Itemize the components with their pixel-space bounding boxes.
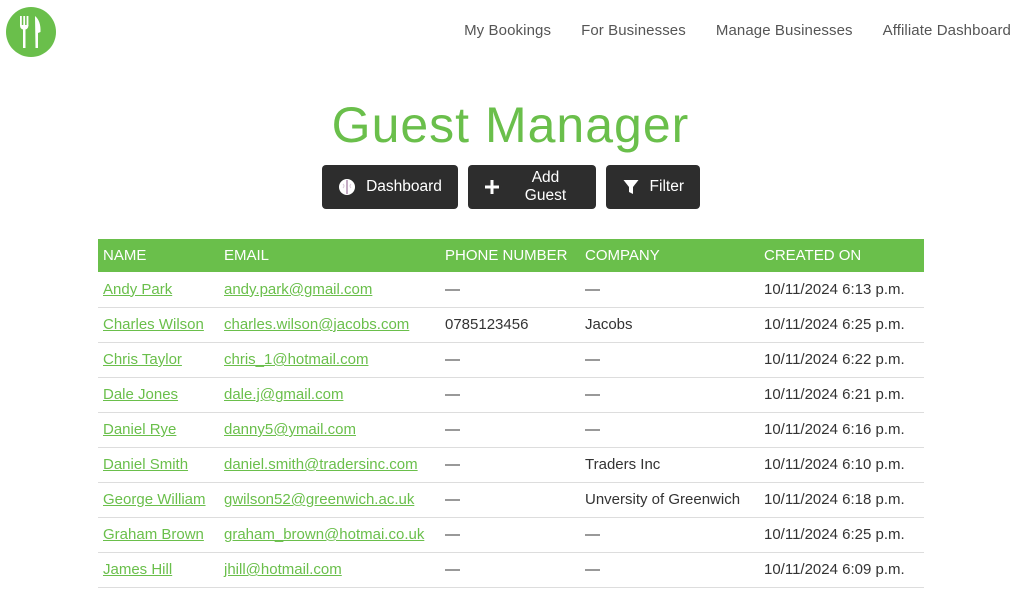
guest-created-on: 10/11/2024 6:16 p.m. (759, 412, 924, 448)
guest-name-link[interactable]: George William (103, 491, 206, 508)
dashboard-button-label: Dashboard (366, 178, 442, 195)
guest-company: — (580, 272, 759, 308)
guest-phone: 0785123456 (440, 307, 580, 343)
guest-email-link[interactable]: graham_brown@hotmai.co.uk (224, 526, 424, 543)
guest-name-link[interactable]: Andy Park (103, 281, 172, 298)
table-row: Andy Park andy.park@gmail.com — — 10/11/… (98, 272, 924, 308)
table-row: Daniel Rye danny5@ymail.com — — 10/11/20… (98, 412, 924, 448)
guest-created-on: 10/11/2024 6:22 p.m. (759, 342, 924, 378)
table-row: George William gwilson52@greenwich.ac.uk… (98, 482, 924, 518)
nav-my-bookings[interactable]: My Bookings (464, 22, 551, 39)
nav-for-businesses[interactable]: For Businesses (581, 22, 686, 39)
table-row: Daniel Smith daniel.smith@tradersinc.com… (98, 447, 924, 483)
plus-icon (484, 178, 501, 196)
filter-button-label: Filter (649, 178, 684, 195)
column-header-name[interactable]: NAME (98, 239, 219, 272)
guest-table: NAME EMAIL PHONE NUMBER COMPANY CREATED … (98, 239, 924, 588)
guest-email-link[interactable]: daniel.smith@tradersinc.com (224, 456, 418, 473)
table-row: James Hill jhill@hotmail.com — — 10/11/2… (98, 552, 924, 588)
guest-company: — (580, 342, 759, 378)
nav-affiliate-dashboard[interactable]: Affiliate Dashboard (883, 22, 1011, 39)
guest-phone: — (440, 377, 580, 413)
nav-manage-businesses[interactable]: Manage Businesses (716, 22, 853, 39)
guest-name-link[interactable]: Charles Wilson (103, 316, 204, 333)
table-row: Chris Taylor chris_1@hotmail.com — — 10/… (98, 342, 924, 378)
guest-company: — (580, 412, 759, 448)
guest-name-link[interactable]: Graham Brown (103, 526, 204, 543)
guest-company: — (580, 552, 759, 588)
table-row: Graham Brown graham_brown@hotmai.co.uk —… (98, 517, 924, 553)
guest-phone: — (440, 272, 580, 308)
fork-knife-icon (20, 16, 41, 48)
guest-email-link[interactable]: danny5@ymail.com (224, 421, 356, 438)
guest-phone: — (440, 447, 580, 483)
guest-company: Jacobs (580, 307, 759, 343)
dashboard-button[interactable]: Dashboard (322, 165, 458, 209)
guest-created-on: 10/11/2024 6:10 p.m. (759, 447, 924, 483)
guest-name-link[interactable]: Daniel Rye (103, 421, 176, 438)
page-title: Guest Manager (331, 97, 690, 153)
guest-name-link[interactable]: Dale Jones (103, 386, 178, 403)
guest-company: — (580, 377, 759, 413)
guest-email-link[interactable]: dale.j@gmail.com (224, 386, 343, 403)
add-guest-button-label: Add Guest (524, 169, 567, 204)
guest-email-link[interactable]: chris_1@hotmail.com (224, 351, 368, 368)
guest-created-on: 10/11/2024 6:21 p.m. (759, 377, 924, 413)
guest-name-link[interactable]: James Hill (103, 561, 172, 578)
guest-company: Unversity of Greenwich (580, 482, 759, 518)
logo[interactable] (6, 7, 56, 57)
guest-created-on: 10/11/2024 6:25 p.m. (759, 517, 924, 553)
table-row: Dale Jones dale.j@gmail.com — — 10/11/20… (98, 377, 924, 413)
column-header-email[interactable]: EMAIL (219, 239, 440, 272)
top-nav: My Bookings For Businesses Manage Busine… (434, 22, 1011, 39)
guest-phone: — (440, 412, 580, 448)
guest-name-link[interactable]: Daniel Smith (103, 456, 188, 473)
column-header-phone[interactable]: PHONE NUMBER (440, 239, 580, 272)
filter-button[interactable]: Filter (606, 165, 700, 209)
filter-icon (622, 178, 640, 196)
guest-created-on: 10/11/2024 6:13 p.m. (759, 272, 924, 308)
brain-icon (338, 178, 356, 196)
guest-company: — (580, 517, 759, 553)
guest-phone: — (440, 342, 580, 378)
add-guest-button[interactable]: Add Guest (468, 165, 596, 209)
guest-created-on: 10/11/2024 6:09 p.m. (759, 552, 924, 588)
table-header-row: NAME EMAIL PHONE NUMBER COMPANY CREATED … (98, 239, 924, 272)
guest-email-link[interactable]: jhill@hotmail.com (224, 561, 342, 578)
table-row: Charles Wilson charles.wilson@jacobs.com… (98, 307, 924, 343)
guest-phone: — (440, 517, 580, 553)
guest-phone: — (440, 482, 580, 518)
guest-created-on: 10/11/2024 6:25 p.m. (759, 307, 924, 343)
guest-phone: — (440, 552, 580, 588)
guest-company: Traders Inc (580, 447, 759, 483)
column-header-created-on[interactable]: CREATED ON (759, 239, 924, 272)
guest-created-on: 10/11/2024 6:18 p.m. (759, 482, 924, 518)
action-bar: Dashboard Add Guest Filter (322, 165, 700, 209)
guest-email-link[interactable]: charles.wilson@jacobs.com (224, 316, 409, 333)
guest-email-link[interactable]: andy.park@gmail.com (224, 281, 372, 298)
column-header-company[interactable]: COMPANY (580, 239, 759, 272)
guest-name-link[interactable]: Chris Taylor (103, 351, 182, 368)
guest-email-link[interactable]: gwilson52@greenwich.ac.uk (224, 491, 414, 508)
